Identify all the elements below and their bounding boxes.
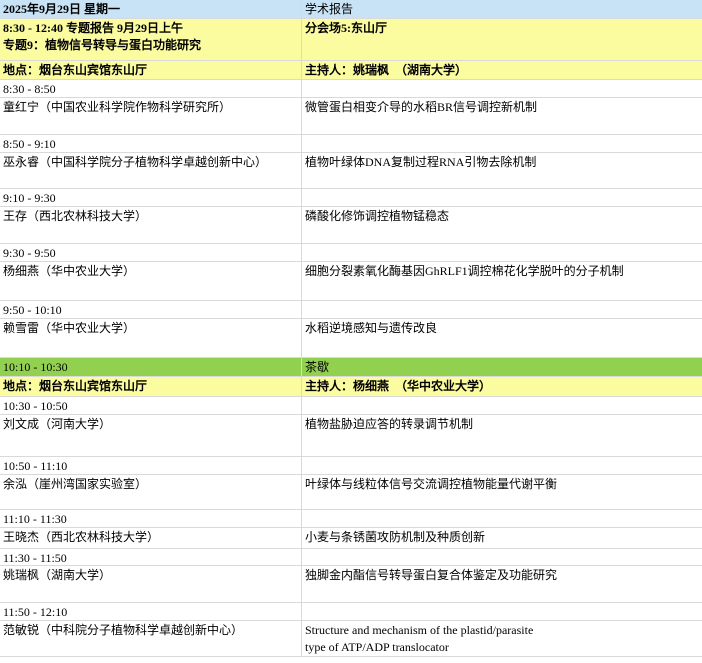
talk-time-row: 9:10 - 9:30 bbox=[0, 189, 702, 207]
talk-row: 刘文成（河南大学） 植物盐胁迫应答的转录调节机制 bbox=[0, 415, 702, 457]
talk-title-cell[interactable]: 磷酸化修饰调控植物锰稳态 bbox=[302, 207, 702, 244]
talk-time-cell[interactable]: 9:30 - 9:50 bbox=[0, 244, 302, 262]
talk-time-row: 11:10 - 11:30 bbox=[0, 510, 702, 528]
talk-title-cell[interactable]: 叶绿体与线粒体信号交流调控植物能量代谢平衡 bbox=[302, 475, 702, 510]
speaker-cell[interactable]: 刘文成（河南大学） bbox=[0, 415, 302, 457]
talk-time-cell[interactable]: 11:10 - 11:30 bbox=[0, 510, 302, 528]
header-row: 2025年9月29日 星期一 学术报告 bbox=[0, 0, 702, 19]
talk-time-cell[interactable]: 9:50 - 10:10 bbox=[0, 301, 302, 319]
session1-host-cell[interactable]: 主持人：姚瑞枫 （湖南大学） bbox=[302, 61, 702, 80]
session1-header: 8:30 - 12:40 专题报告 9月29日上午 专题9：植物信号转导与蛋白功… bbox=[0, 19, 702, 61]
talk-time-row: 10:50 - 11:10 bbox=[0, 457, 702, 475]
talk-title-line: type of ATP/ADP translocator bbox=[305, 640, 449, 654]
session2-venue-cell[interactable]: 地点：烟台东山宾馆东山厅 bbox=[0, 377, 302, 397]
session1-venue-row: 地点：烟台东山宾馆东山厅 主持人：姚瑞枫 （湖南大学） bbox=[0, 61, 702, 80]
talk-time-cell[interactable]: 8:30 - 8:50 bbox=[0, 80, 302, 98]
talk-row: 童红宁（中国农业科学院作物科学研究所） 微管蛋白相变介导的水稻BR信号调控新机制 bbox=[0, 98, 702, 135]
talk-row: 杨细燕（华中农业大学） 细胞分裂素氧化酶基因GhRLF1调控棉花化学脱叶的分子机… bbox=[0, 262, 702, 301]
speaker-cell[interactable]: 王晓杰（西北农林科技大学） bbox=[0, 528, 302, 549]
talk-row: 王存（西北农林科技大学） 磷酸化修饰调控植物锰稳态 bbox=[0, 207, 702, 244]
speaker-cell[interactable]: 姚瑞枫（湖南大学） bbox=[0, 566, 302, 603]
date-cell[interactable]: 2025年9月29日 星期一 bbox=[0, 0, 302, 19]
category-cell[interactable]: 学术报告 bbox=[302, 0, 702, 19]
talk-title-cell[interactable]: 植物盐胁迫应答的转录调节机制 bbox=[302, 415, 702, 457]
empty-cell[interactable] bbox=[302, 603, 702, 621]
speaker-cell[interactable]: 杨细燕（华中农业大学） bbox=[0, 262, 302, 301]
talk-time-row: 8:30 - 8:50 bbox=[0, 80, 702, 98]
talk-row: 巫永睿（中国科学院分子植物科学卓越创新中心） 植物叶绿体DNA复制过程RNA引物… bbox=[0, 153, 702, 189]
session1-info-cell[interactable]: 8:30 - 12:40 专题报告 9月29日上午 专题9：植物信号转导与蛋白功… bbox=[0, 19, 302, 61]
talk-title-cell[interactable]: 小麦与条锈菌攻防机制及种质创新 bbox=[302, 528, 702, 549]
empty-cell[interactable] bbox=[302, 244, 702, 262]
talk-time-row: 8:50 - 9:10 bbox=[0, 135, 702, 153]
empty-cell[interactable] bbox=[302, 510, 702, 528]
talk-row: 余泓（崖州湾国家实验室） 叶绿体与线粒体信号交流调控植物能量代谢平衡 bbox=[0, 475, 702, 510]
talk-time-row: 10:30 - 10:50 bbox=[0, 397, 702, 415]
talk-title-line: Structure and mechanism of the plastid/p… bbox=[305, 623, 534, 637]
empty-cell[interactable] bbox=[302, 301, 702, 319]
empty-cell[interactable] bbox=[302, 397, 702, 415]
session1-hall-cell[interactable]: 分会场5:东山厅 bbox=[302, 19, 702, 61]
talk-time-cell[interactable]: 8:50 - 9:10 bbox=[0, 135, 302, 153]
speaker-cell[interactable]: 余泓（崖州湾国家实验室） bbox=[0, 475, 302, 510]
speaker-cell[interactable]: 巫永睿（中国科学院分子植物科学卓越创新中心） bbox=[0, 153, 302, 189]
session1-time-line: 8:30 - 12:40 专题报告 9月29日上午 bbox=[3, 21, 183, 35]
talk-time-cell[interactable]: 9:10 - 9:30 bbox=[0, 189, 302, 207]
talk-row: 姚瑞枫（湖南大学） 独脚金内酯信号转导蛋白复合体鉴定及功能研究 bbox=[0, 566, 702, 603]
talk-time-cell[interactable]: 10:50 - 11:10 bbox=[0, 457, 302, 475]
talk-row: 范敏锐（中科院分子植物科学卓越创新中心） Structure and mecha… bbox=[0, 621, 702, 657]
talk-time-cell[interactable]: 11:30 - 11:50 bbox=[0, 549, 302, 566]
talk-time-cell[interactable]: 11:50 - 12:10 bbox=[0, 603, 302, 621]
empty-cell[interactable] bbox=[302, 549, 702, 566]
speaker-cell[interactable]: 王存（西北农林科技大学） bbox=[0, 207, 302, 244]
talk-time-row: 9:30 - 9:50 bbox=[0, 244, 702, 262]
empty-cell[interactable] bbox=[302, 189, 702, 207]
talk-title-cell[interactable]: Structure and mechanism of the plastid/p… bbox=[302, 621, 702, 657]
talk-row: 赖雪雷（华中农业大学） 水稻逆境感知与遗传改良 bbox=[0, 319, 702, 358]
empty-cell[interactable] bbox=[302, 135, 702, 153]
talk-title-cell[interactable]: 细胞分裂素氧化酶基因GhRLF1调控棉花化学脱叶的分子机制 bbox=[302, 262, 702, 301]
talk-title-cell[interactable]: 水稻逆境感知与遗传改良 bbox=[302, 319, 702, 358]
talk-title-cell[interactable]: 微管蛋白相变介导的水稻BR信号调控新机制 bbox=[302, 98, 702, 135]
speaker-cell[interactable]: 童红宁（中国农业科学院作物科学研究所） bbox=[0, 98, 302, 135]
talk-title-cell[interactable]: 独脚金内酯信号转导蛋白复合体鉴定及功能研究 bbox=[302, 566, 702, 603]
empty-cell[interactable] bbox=[302, 457, 702, 475]
empty-cell[interactable] bbox=[302, 80, 702, 98]
session1-topic: 专题9：植物信号转导与蛋白功能研究 bbox=[3, 38, 202, 52]
break-label-cell[interactable]: 茶歇 bbox=[302, 358, 702, 377]
speaker-cell[interactable]: 范敏锐（中科院分子植物科学卓越创新中心） bbox=[0, 621, 302, 657]
break-row: 10:10 - 10:30 茶歇 bbox=[0, 358, 702, 377]
session1-venue-cell[interactable]: 地点：烟台东山宾馆东山厅 bbox=[0, 61, 302, 80]
talk-time-row: 11:30 - 11:50 bbox=[0, 549, 702, 566]
session2-host-cell[interactable]: 主持人：杨细燕 （华中农业大学） bbox=[302, 377, 702, 397]
talk-time-row: 11:50 - 12:10 bbox=[0, 603, 702, 621]
talk-row: 王晓杰（西北农林科技大学） 小麦与条锈菌攻防机制及种质创新 bbox=[0, 528, 702, 549]
break-time-cell[interactable]: 10:10 - 10:30 bbox=[0, 358, 302, 377]
talk-title-cell[interactable]: 植物叶绿体DNA复制过程RNA引物去除机制 bbox=[302, 153, 702, 189]
talk-time-cell[interactable]: 10:30 - 10:50 bbox=[0, 397, 302, 415]
schedule-sheet: 2025年9月29日 星期一 学术报告 8:30 - 12:40 专题报告 9月… bbox=[0, 0, 702, 657]
talk-time-row: 9:50 - 10:10 bbox=[0, 301, 702, 319]
session2-venue-row: 地点：烟台东山宾馆东山厅 主持人：杨细燕 （华中农业大学） bbox=[0, 377, 702, 397]
speaker-cell[interactable]: 赖雪雷（华中农业大学） bbox=[0, 319, 302, 358]
